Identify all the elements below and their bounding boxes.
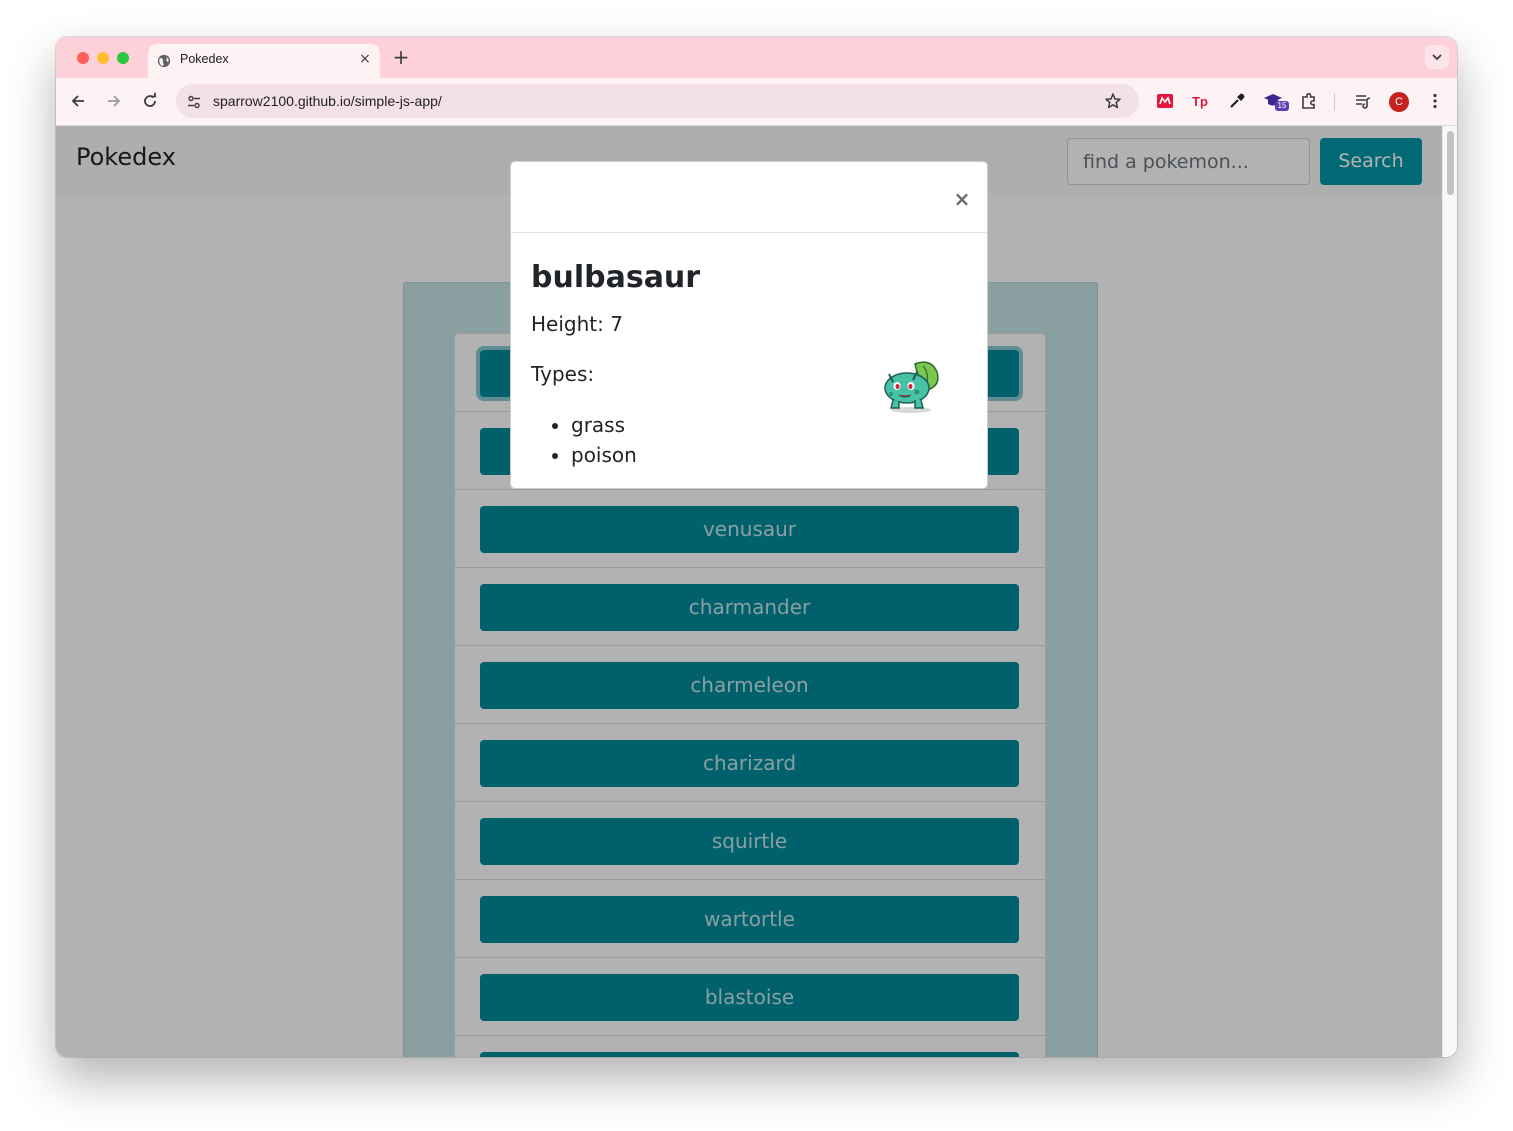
window-maximize-button[interactable] — [117, 52, 129, 64]
browser-toolbar: sparrow2100.github.io/simple-js-app/ Tp … — [56, 78, 1457, 126]
window-close-button[interactable] — [77, 52, 89, 64]
chevron-down-icon — [1432, 54, 1442, 61]
toolbar-separator — [1334, 93, 1335, 111]
pokemon-modal: × bulbasaur Height: 7 Types: grass poiso… — [510, 161, 988, 489]
browser-window: Pokedex × + sparrow2100.github.io/simple… — [56, 37, 1457, 1057]
types-list: grass poison — [531, 410, 637, 470]
pokemon-name: bulbasaur — [531, 260, 701, 295]
puzzle-icon[interactable] — [1299, 91, 1319, 111]
close-icon[interactable]: × — [356, 50, 374, 68]
bookmark-star-icon[interactable] — [1104, 92, 1122, 110]
types-label: Types: — [531, 362, 595, 386]
globe-icon — [157, 54, 171, 68]
type-item: poison — [571, 440, 637, 470]
tab-title: Pokedex — [180, 52, 229, 66]
site-settings-icon[interactable] — [186, 94, 202, 110]
tab-strip: Pokedex × + — [56, 37, 1457, 78]
scroll-thumb[interactable] — [1447, 131, 1454, 195]
type-item: grass — [571, 410, 637, 440]
modal-header: × — [511, 162, 987, 233]
svg-text:Tp: Tp — [1192, 94, 1208, 109]
url-text: sparrow2100.github.io/simple-js-app/ — [213, 93, 442, 109]
tab-pokedex[interactable]: Pokedex × — [148, 44, 380, 78]
close-icon[interactable]: × — [951, 188, 973, 210]
address-bar[interactable]: sparrow2100.github.io/simple-js-app/ — [176, 84, 1139, 118]
extension-badge: 15 — [1275, 101, 1289, 111]
eyedropper-icon[interactable] — [1227, 91, 1247, 111]
back-arrow-icon[interactable] — [68, 91, 88, 111]
window-minimize-button[interactable] — [97, 52, 109, 64]
extension-graduation-icon[interactable]: 15 — [1263, 91, 1289, 111]
page-viewport: Pokedex Search bulbasaur ivysaur venusau… — [56, 126, 1442, 1057]
tab-search-button[interactable] — [1425, 45, 1449, 69]
extension-tp-icon[interactable]: Tp — [1191, 91, 1211, 111]
pokemon-height: Height: 7 — [531, 312, 623, 336]
reload-icon[interactable] — [140, 91, 160, 111]
profile-avatar[interactable]: C — [1389, 92, 1409, 112]
reading-list-icon[interactable] — [1353, 91, 1373, 111]
page-scrollbar[interactable] — [1442, 126, 1457, 1057]
new-tab-icon[interactable]: + — [390, 46, 412, 68]
kebab-menu-icon[interactable] — [1425, 91, 1445, 111]
forward-arrow-icon[interactable] — [104, 91, 124, 111]
pokemon-sprite — [884, 361, 939, 413]
extension-red-icon[interactable] — [1155, 91, 1175, 111]
